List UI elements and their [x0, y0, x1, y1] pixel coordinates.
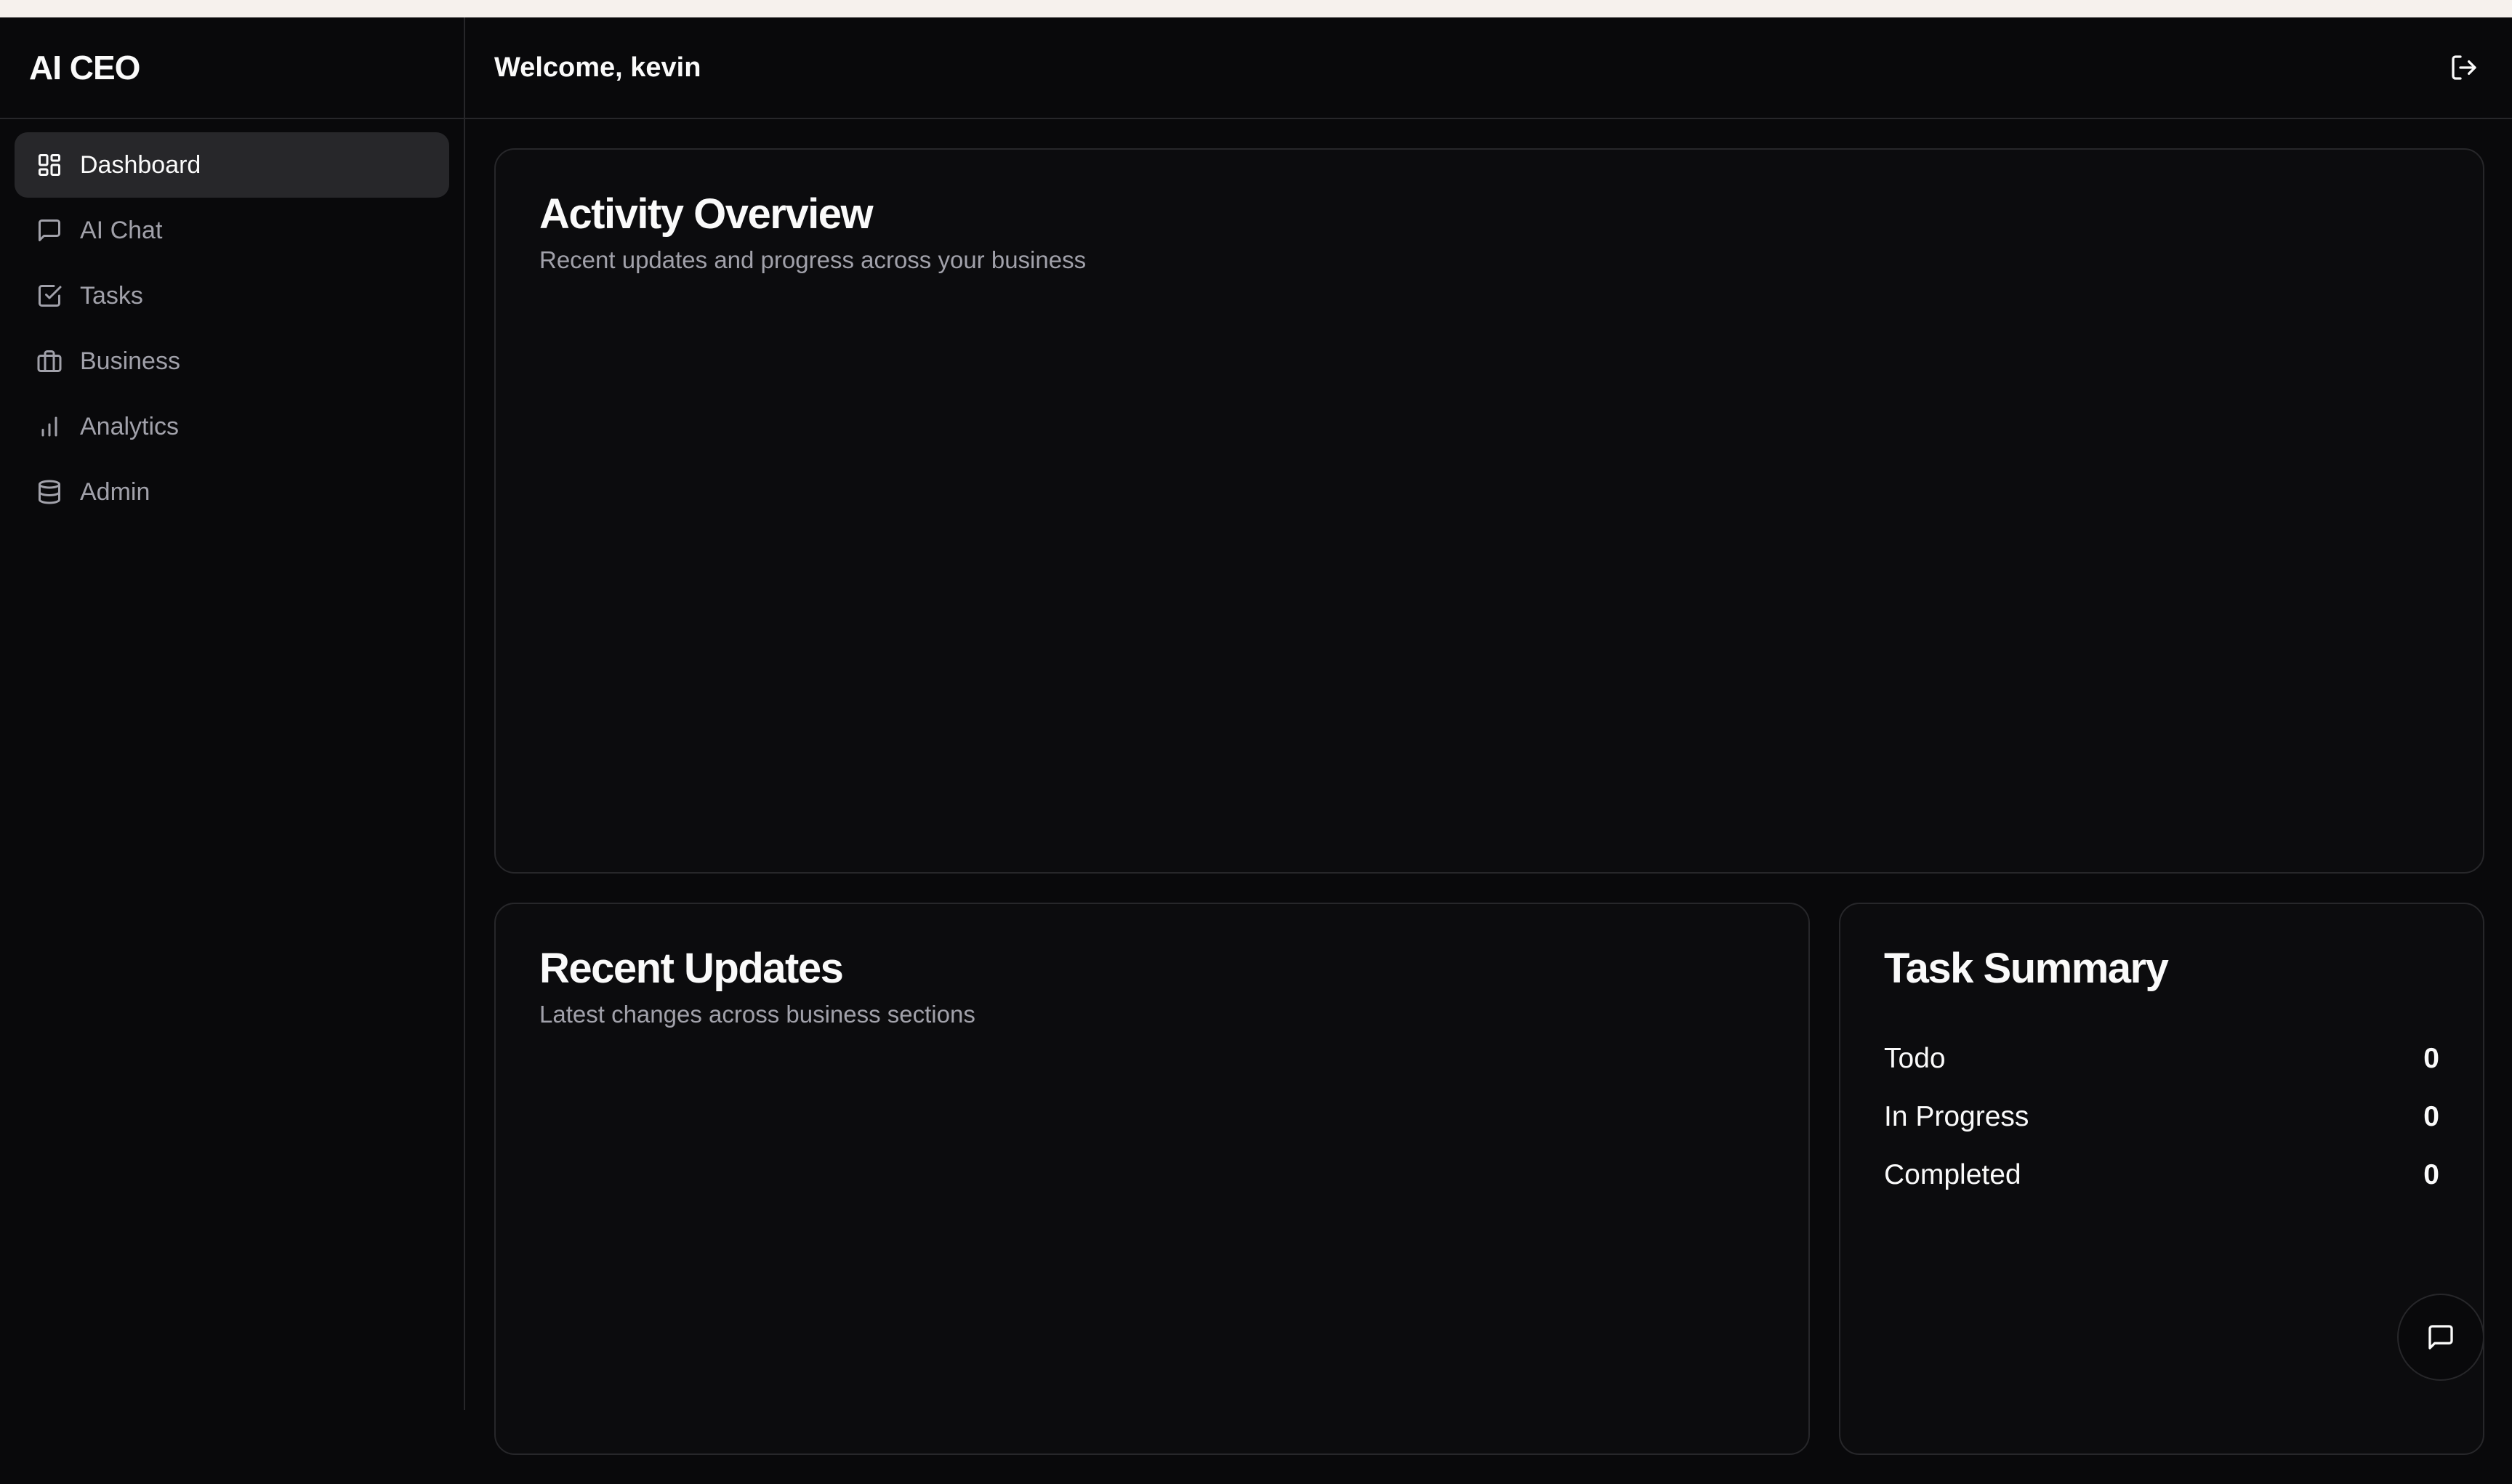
summary-row-in-progress: In Progress 0 — [1884, 1088, 2439, 1146]
sidebar-item-tasks[interactable]: Tasks — [15, 263, 449, 328]
sidebar-item-label: Tasks — [80, 281, 143, 310]
welcome-text: Welcome, kevin — [494, 52, 701, 83]
window-top-strip — [0, 0, 2512, 17]
app-shell: AI CEO Dashboard AI Chat Tasks Business … — [0, 17, 2512, 1455]
summary-value: 0 — [2423, 1100, 2439, 1132]
sidebar-item-label: Dashboard — [80, 150, 201, 179]
sidebar: AI CEO Dashboard AI Chat Tasks Business … — [0, 17, 465, 1410]
bottom-row: Recent Updates Latest changes across bus… — [494, 903, 2484, 1455]
card-title: Task Summary — [1884, 945, 2169, 992]
chat-button[interactable] — [2397, 1294, 2484, 1381]
card-description: Latest changes across business sections — [539, 1000, 975, 1028]
card-title: Activity Overview — [539, 190, 874, 238]
sidebar-nav: Dashboard AI Chat Tasks Business Analyti… — [0, 119, 464, 538]
card-title: Recent Updates — [539, 945, 844, 992]
message-square-icon — [2426, 1323, 2455, 1352]
layout-dashboard-icon — [36, 152, 63, 178]
recent-updates-card: Recent Updates Latest changes across bus… — [494, 903, 1810, 1455]
briefcase-icon — [36, 348, 63, 374]
sidebar-item-label: Analytics — [80, 412, 180, 440]
task-summary-card: Task Summary Todo 0 In Progress 0 Comple… — [1839, 903, 2484, 1455]
log-out-icon — [2449, 53, 2479, 82]
sidebar-item-admin[interactable]: Admin — [15, 459, 449, 525]
activity-overview-card: Activity Overview Recent updates and pro… — [494, 148, 2484, 874]
main-area: Welcome, kevin Activity Overview Recent … — [465, 17, 2512, 1455]
task-summary-list: Todo 0 In Progress 0 Completed 0 — [1884, 1030, 2439, 1204]
summary-value: 0 — [2423, 1158, 2439, 1190]
message-square-icon — [36, 217, 63, 243]
summary-row-completed: Completed 0 — [1884, 1146, 2439, 1204]
sidebar-item-ai-chat[interactable]: AI Chat — [15, 198, 449, 263]
database-icon — [36, 479, 63, 505]
sidebar-item-dashboard[interactable]: Dashboard — [15, 132, 449, 198]
summary-label: Completed — [1884, 1158, 2021, 1190]
dashboard-content: Activity Overview Recent updates and pro… — [465, 119, 2512, 1484]
sidebar-item-label: Business — [80, 347, 180, 375]
check-square-icon — [36, 283, 63, 309]
summary-row-todo: Todo 0 — [1884, 1030, 2439, 1088]
sidebar-item-label: Admin — [80, 477, 150, 506]
card-description: Recent updates and progress across your … — [539, 246, 1087, 273]
sidebar-item-analytics[interactable]: Analytics — [15, 394, 449, 459]
logout-button[interactable] — [2444, 47, 2484, 88]
summary-label: In Progress — [1884, 1100, 2029, 1132]
top-header: Welcome, kevin — [465, 17, 2512, 119]
bar-chart-icon — [36, 414, 63, 440]
sidebar-item-label: AI Chat — [80, 216, 163, 244]
sidebar-item-business[interactable]: Business — [15, 328, 449, 394]
summary-value: 0 — [2423, 1042, 2439, 1074]
summary-label: Todo — [1884, 1042, 1946, 1074]
brand-logo[interactable]: AI CEO — [0, 17, 464, 119]
